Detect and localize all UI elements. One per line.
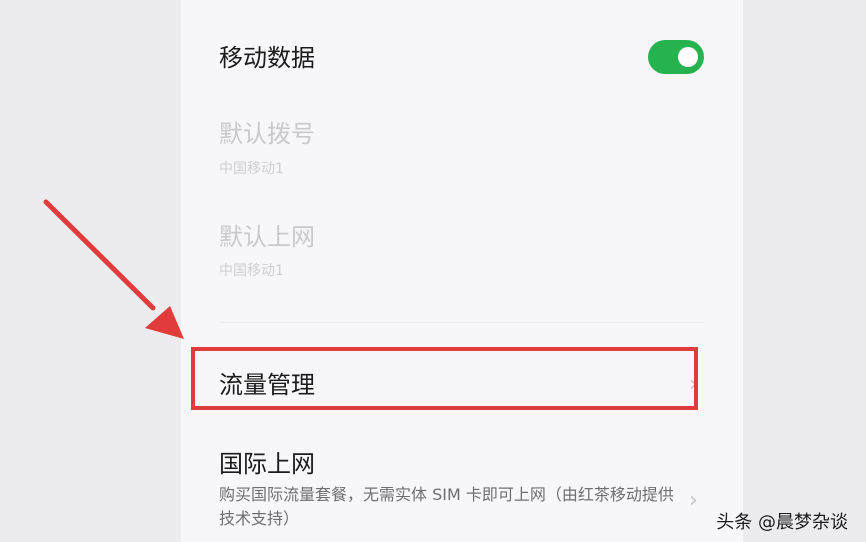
watermark: 头条 @晨梦杂谈 (716, 512, 848, 533)
international-label: 国际上网 (219, 450, 315, 478)
chevron-right-icon: › (689, 488, 698, 513)
default-internet-label: 默认上网 (219, 223, 315, 251)
mobile-data-toggle[interactable] (648, 40, 704, 74)
settings-panel: 移动数据 默认拨号 中国移动1 默认上网 中国移动1 流量管理 › 国际上网 ›… (181, 0, 743, 542)
default-dial-value: 中国移动1 (219, 161, 284, 177)
mobile-data-label: 移动数据 (219, 44, 315, 72)
highlight-box (191, 347, 698, 410)
international-description: 购买国际流量套餐，无需实体 SIM 卡即可上网（由红茶移动提供技术支持） (219, 485, 674, 528)
default-dial-label: 默认拨号 (219, 120, 315, 148)
toggle-knob (678, 47, 698, 67)
default-internet-value: 中国移动1 (219, 263, 284, 279)
section-divider (219, 322, 705, 323)
